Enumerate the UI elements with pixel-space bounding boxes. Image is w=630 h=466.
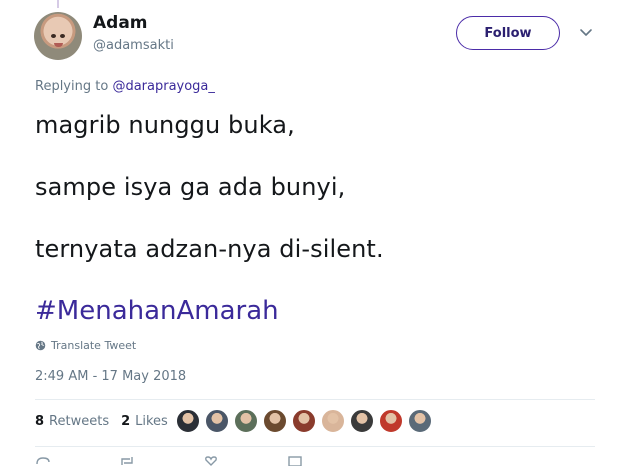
replying-to-handle-link[interactable]: @daraprayoga_ <box>112 79 214 94</box>
tweet-text-line: ternyata adzan-nya di-silent. <box>35 235 384 263</box>
hashtag-link[interactable]: #MenahanAmarah <box>35 296 279 326</box>
likes-stat[interactable]: 2 Likes <box>121 414 168 429</box>
avatar[interactable] <box>34 12 82 60</box>
tweet-actions <box>35 456 371 466</box>
retweets-stat[interactable]: 8 Retweets <box>35 414 109 429</box>
likers-avatar-list <box>176 409 437 433</box>
divider <box>35 399 595 400</box>
author-display-name[interactable]: Adam <box>93 13 148 33</box>
liker-avatar[interactable] <box>176 409 200 433</box>
author-screen-name[interactable]: @adamsakti <box>93 38 174 53</box>
likes-label: Likes <box>135 414 168 429</box>
tweet-stats: 8 Retweets 2 Likes <box>35 414 180 429</box>
message-icon[interactable] <box>287 456 303 466</box>
liker-avatar[interactable] <box>263 409 287 433</box>
divider <box>35 446 595 447</box>
likes-count: 2 <box>121 414 131 429</box>
globe-icon <box>35 340 46 351</box>
retweets-label: Retweets <box>49 414 110 429</box>
retweet-icon[interactable] <box>119 456 135 466</box>
reply-icon[interactable] <box>35 456 51 466</box>
liker-avatar[interactable] <box>350 409 374 433</box>
tweet-timestamp[interactable]: 2:49 AM - 17 May 2018 <box>35 369 186 384</box>
retweets-count: 8 <box>35 414 45 429</box>
translate-tweet-button[interactable]: Translate Tweet <box>35 339 136 352</box>
thread-connector <box>57 0 59 8</box>
tweet-text-line: magrib nunggu buka, <box>35 111 295 139</box>
liker-avatar[interactable] <box>205 409 229 433</box>
follow-button[interactable]: Follow <box>456 16 560 50</box>
translate-label: Translate Tweet <box>51 339 137 352</box>
liker-avatar[interactable] <box>292 409 316 433</box>
chevron-down-icon[interactable] <box>578 24 594 40</box>
liker-avatar[interactable] <box>321 409 345 433</box>
liker-avatar[interactable] <box>408 409 432 433</box>
liker-avatar[interactable] <box>379 409 403 433</box>
avatar-mouth <box>54 43 63 47</box>
liker-avatar[interactable] <box>234 409 258 433</box>
heart-icon[interactable] <box>203 456 219 466</box>
replying-to: Replying to @daraprayoga_ <box>35 79 215 94</box>
tweet-text-line: sampe isya ga ada bunyi, <box>35 173 346 201</box>
avatar-eye <box>51 34 56 38</box>
avatar-eye <box>60 34 65 38</box>
replying-to-prefix: Replying to <box>35 79 109 94</box>
